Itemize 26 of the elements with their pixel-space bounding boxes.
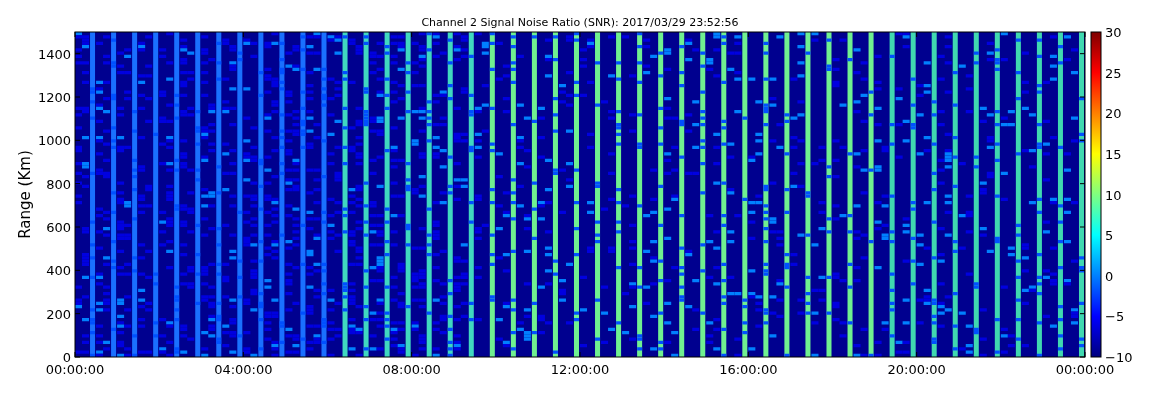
tick-label: 1000 <box>37 133 71 149</box>
tick-label: 600 <box>46 220 71 235</box>
tick-label: 20 <box>1105 106 1122 122</box>
tick-label: 00:00:00 <box>1055 362 1115 377</box>
tick-label: 20:00:00 <box>887 362 946 377</box>
tick-label: −10 <box>1105 350 1133 365</box>
tick-label: 200 <box>46 306 71 322</box>
tick-label: 400 <box>46 263 71 279</box>
chart-title: Channel 2 Signal Noise Ratio (SNR): 2017/03/29 23:52:56 <box>421 16 739 29</box>
tick-label: 30 <box>1105 25 1122 40</box>
tick-label: 1200 <box>37 90 71 105</box>
tick-label: 04:00:00 <box>214 362 273 377</box>
tick-label: 0 <box>62 350 71 365</box>
tick-label: 08:00:00 <box>382 362 441 377</box>
tick-label: 10 <box>1105 187 1122 203</box>
axis-label: Range (Km) <box>16 150 34 239</box>
tick-label: 0 <box>1105 268 1114 284</box>
tick-label: 16:00:00 <box>719 362 778 377</box>
tick-label: 5 <box>1105 228 1114 244</box>
tick-label: 12:00:00 <box>550 362 610 377</box>
tick-label: 15 <box>1105 146 1122 162</box>
tick-label: 00:00:00 <box>45 362 105 377</box>
tick-label: 800 <box>46 176 71 192</box>
tick-label: 25 <box>1105 65 1122 81</box>
tick-label: 1400 <box>37 46 71 62</box>
tick-label: −5 <box>1105 309 1125 325</box>
